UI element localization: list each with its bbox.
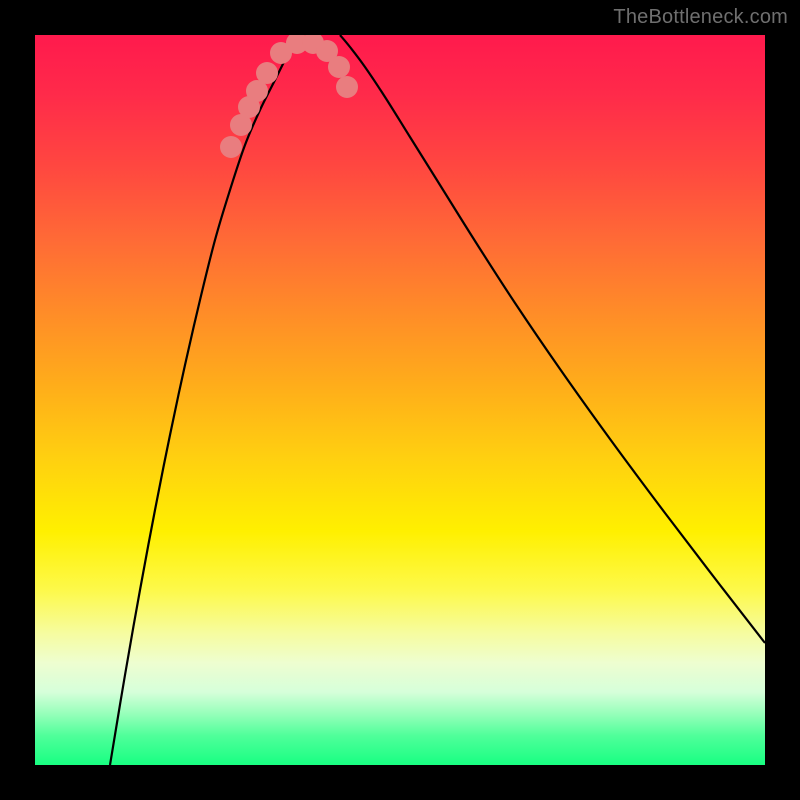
marker-dot bbox=[256, 62, 278, 84]
marker-group bbox=[220, 35, 358, 158]
marker-dot bbox=[336, 76, 358, 98]
watermark-text: TheBottleneck.com bbox=[613, 6, 788, 29]
marker-dot bbox=[328, 56, 350, 78]
curve-layer bbox=[35, 35, 765, 765]
chart-frame: TheBottleneck.com bbox=[0, 0, 800, 800]
plot-area bbox=[35, 35, 765, 765]
left-curve bbox=[110, 35, 298, 765]
marker-dot bbox=[220, 136, 242, 158]
right-curve bbox=[340, 35, 765, 643]
